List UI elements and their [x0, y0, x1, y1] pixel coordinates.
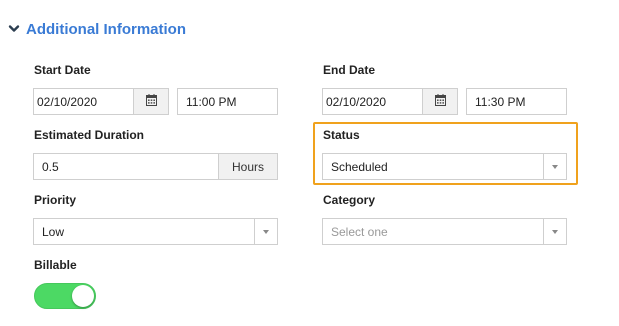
status-label: Status — [323, 128, 360, 142]
category-placeholder: Select one — [331, 224, 388, 239]
estimated-duration-label: Estimated Duration — [34, 128, 145, 142]
status-dropdown-toggle[interactable] — [543, 154, 566, 179]
priority-selected-value: Low — [42, 224, 65, 239]
end-time-input[interactable]: 11:30 PM — [466, 88, 567, 115]
estimated-duration-input[interactable]: 0.5 — [33, 153, 219, 180]
end-date-input[interactable]: 02/10/2020 — [322, 88, 423, 115]
toggle-knob — [72, 285, 94, 307]
priority-label: Priority — [34, 193, 77, 207]
start-date-calendar-button[interactable] — [134, 88, 169, 115]
start-date-label: Start Date — [34, 63, 91, 77]
priority-dropdown-toggle[interactable] — [254, 219, 277, 244]
estimated-duration-value: 0.5 — [42, 159, 59, 174]
caret-down-icon — [552, 229, 558, 234]
start-time-value: 11:00 PM — [186, 94, 237, 109]
caret-down-icon — [552, 164, 558, 169]
status-selected-value: Scheduled — [331, 159, 388, 174]
duration-unit: Hours — [231, 159, 264, 174]
section-title: Additional Information — [26, 20, 186, 38]
priority-select[interactable]: Low — [33, 218, 278, 245]
end-date-calendar-button[interactable] — [423, 88, 458, 115]
end-date-value: 02/10/2020 — [326, 94, 387, 109]
category-dropdown-toggle[interactable] — [543, 219, 566, 244]
calendar-icon — [145, 93, 157, 111]
billable-toggle[interactable] — [34, 283, 96, 309]
category-label: Category — [323, 193, 376, 207]
start-date-input[interactable]: 02/10/2020 — [33, 88, 134, 115]
start-date-value: 02/10/2020 — [37, 94, 98, 109]
chevron-down-icon — [8, 23, 20, 35]
end-date-label: End Date — [323, 63, 376, 77]
section-header-additional-information[interactable]: Additional Information — [8, 18, 186, 40]
caret-down-icon — [263, 229, 269, 234]
calendar-icon — [434, 93, 446, 111]
start-time-input[interactable]: 11:00 PM — [177, 88, 278, 115]
duration-unit-addon: Hours — [219, 153, 278, 180]
category-select[interactable]: Select one — [322, 218, 567, 245]
billable-label: Billable — [34, 258, 77, 272]
end-time-value: 11:30 PM — [475, 94, 526, 109]
status-select[interactable]: Scheduled — [322, 153, 567, 180]
